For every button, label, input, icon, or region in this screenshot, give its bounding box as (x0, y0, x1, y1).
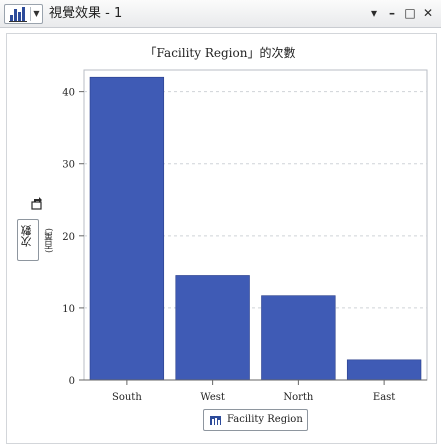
y-tick-label: 20 (62, 232, 75, 243)
measure-selector-button[interactable]: 次數 (17, 219, 39, 261)
y-tick-label: 10 (62, 304, 75, 315)
bar-south[interactable] (89, 76, 165, 381)
legend-label: Facility Region (227, 414, 303, 425)
bar-east[interactable] (346, 359, 422, 381)
bar-north[interactable] (261, 295, 336, 381)
legend-button[interactable]: Facility Region (203, 409, 308, 431)
x-tick-label-west: West (200, 392, 225, 403)
x-tick-label-south: South (112, 392, 142, 403)
x-tick-label-east: East (373, 392, 395, 403)
y-tick-label: 40 (62, 88, 75, 99)
x-axis-ticks: South West North East (84, 379, 427, 403)
change-role-icon[interactable] (30, 196, 44, 210)
chart-title: 「Facility Region」的次數 (145, 45, 296, 60)
y-tick-label: 30 (62, 160, 75, 171)
y-tick-label: 0 (69, 376, 75, 387)
bar-west[interactable] (175, 275, 250, 381)
bars (89, 76, 422, 381)
y-axis-label: 次數 (20, 225, 33, 247)
y-axis-ticks: 0 10 20 30 40 (62, 88, 84, 387)
x-tick-label-north: North (283, 392, 314, 403)
bar-chart: 「Facility Region」的次數 0 10 20 30 40 South West… (62, 45, 428, 403)
legend-swatch-icon (210, 416, 221, 425)
y-axis-unit-label: (百萬) (45, 227, 55, 253)
